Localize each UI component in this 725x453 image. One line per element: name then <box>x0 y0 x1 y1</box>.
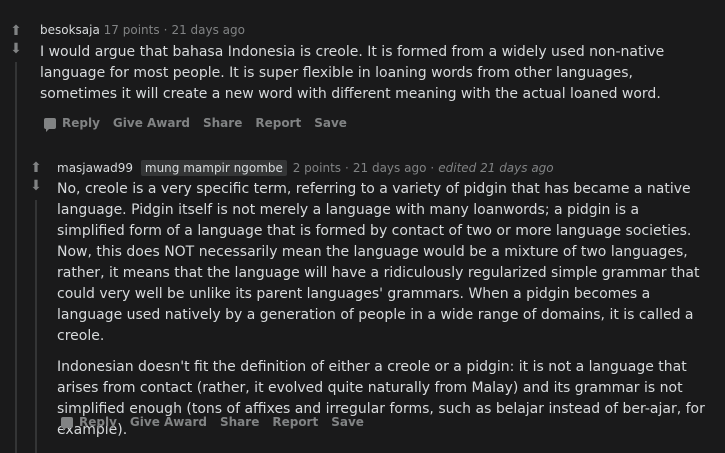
report-button[interactable]: Report <box>272 415 318 429</box>
thread-line[interactable] <box>15 62 17 453</box>
share-button[interactable]: Share <box>203 116 242 130</box>
report-button[interactable]: Report <box>255 116 301 130</box>
comment-thread: ⬆ ⬇ besoksaja 17 points · 21 days ago I wo… <box>0 0 725 453</box>
comment1-body: I would argue that bahasa Indonesia is c… <box>40 42 705 105</box>
upvote-arrow-icon[interactable]: ⬆ <box>7 22 25 40</box>
comment2-meta: masjawad99 mung mampir ngombe 2 points · 2… <box>57 160 554 176</box>
downvote-arrow-icon[interactable]: ⬇ <box>27 177 45 195</box>
user-flair: mung mampir ngombe <box>140 160 287 176</box>
save-button[interactable]: Save <box>331 415 364 429</box>
give-award-button[interactable]: Give Award <box>113 116 190 130</box>
comment2-vote-controls: ⬆ ⬇ <box>27 159 45 195</box>
comment1-vote-controls: ⬆ ⬇ <box>7 22 25 58</box>
comment2-time[interactable]: 21 days ago <box>353 161 427 175</box>
comment1-actions: Reply Give Award Share Report Save <box>44 116 347 132</box>
comment2-body: No, creole is a very specific term, refe… <box>57 179 705 441</box>
edited-label: edited 21 days ago <box>438 161 554 175</box>
comment1-meta: besoksaja 17 points · 21 days ago <box>40 23 245 37</box>
reply-label: Reply <box>79 415 117 429</box>
save-button[interactable]: Save <box>314 116 347 130</box>
downvote-arrow-icon[interactable]: ⬇ <box>7 40 25 58</box>
comment2-author[interactable]: masjawad99 <box>57 161 133 175</box>
separator: · <box>345 161 349 175</box>
thread-line[interactable] <box>35 200 37 453</box>
comment2-actions: Reply Give Award Share Report Save <box>61 415 364 431</box>
comment1-points: 17 points <box>103 23 160 37</box>
upvote-arrow-icon[interactable]: ⬆ <box>27 159 45 177</box>
speech-bubble-icon <box>61 416 73 431</box>
comment2-paragraph-1: No, creole is a very specific term, refe… <box>57 181 700 344</box>
comment2-points: 2 points <box>292 161 342 175</box>
comment1-author[interactable]: besoksaja <box>40 23 100 37</box>
reply-button[interactable]: Reply <box>44 116 100 132</box>
reply-label: Reply <box>62 116 100 130</box>
reply-button[interactable]: Reply <box>61 415 117 431</box>
give-award-button[interactable]: Give Award <box>130 415 207 429</box>
separator: · <box>430 161 435 175</box>
share-button[interactable]: Share <box>220 415 259 429</box>
speech-bubble-icon <box>44 117 56 132</box>
comment1-text: I would argue that bahasa Indonesia is c… <box>40 44 665 102</box>
comment1-time[interactable]: 21 days ago <box>171 23 245 37</box>
separator: · <box>163 23 168 37</box>
